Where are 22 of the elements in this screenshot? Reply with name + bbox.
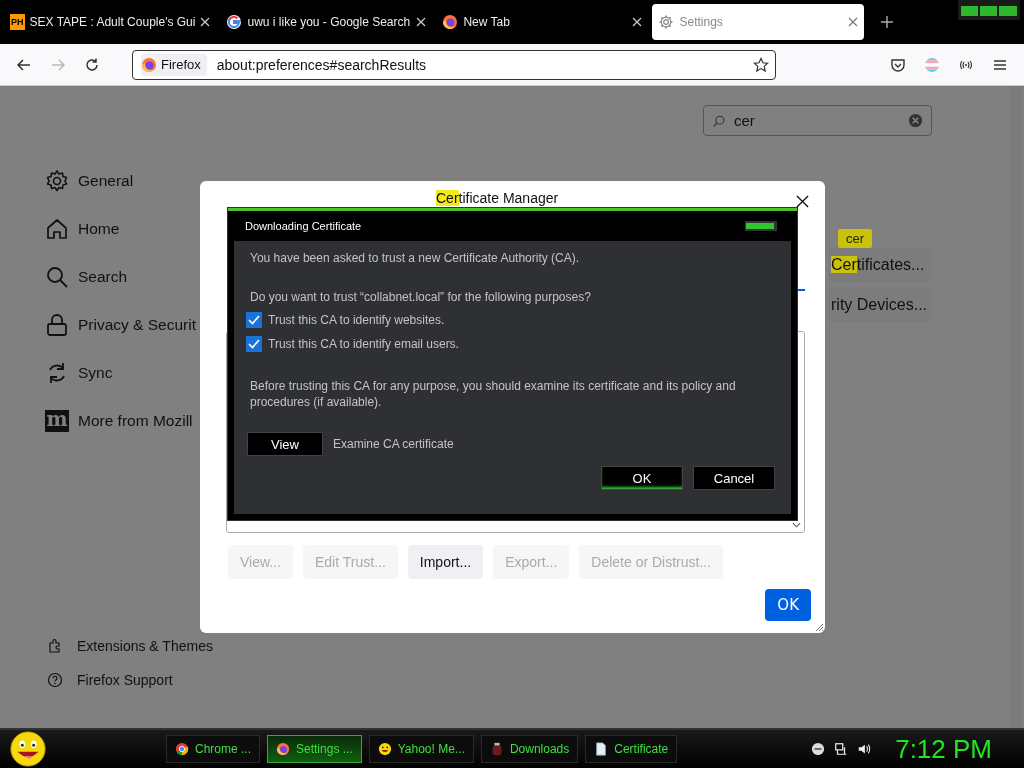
clock: 7:12 PM [895, 733, 992, 765]
category-label: Sync [78, 364, 113, 382]
footer-label: Firefox Support [77, 672, 173, 688]
url-text: about:preferences#searchResults [216, 56, 428, 73]
footer-label: Extensions & Themes [77, 638, 213, 654]
site-logo-icon: PH [10, 14, 25, 30]
tab-title: uwu i like you - Google Search [247, 15, 411, 29]
dialog-title: Downloading Certificate [245, 220, 363, 232]
category-label: More from Mozill [78, 412, 193, 430]
category-label: Privacy & Securit [78, 316, 196, 334]
category-label: General [78, 172, 134, 190]
tab-title: New Tab [463, 15, 510, 29]
question-text: Do you want to trust “collabnet.local” for the following purposes? [250, 290, 592, 304]
mozilla-logo-icon: m [45, 410, 69, 432]
tab-title: Settings [679, 15, 723, 29]
search-tooltip: cer [838, 229, 873, 248]
view-hint: Examine CA certificate [333, 437, 454, 451]
warning-text: Before trusting this CA for any purpose, you should examine its certificate and its policy and procedures (if available). [250, 378, 737, 410]
category-label: Search [78, 268, 128, 286]
intro-text: You have been asked to trust a new Certificate Authority (CA). [250, 251, 581, 265]
category-label: Home [78, 220, 120, 238]
tab-title: SEX TAPE : Adult Couple's Gui [29, 15, 196, 29]
